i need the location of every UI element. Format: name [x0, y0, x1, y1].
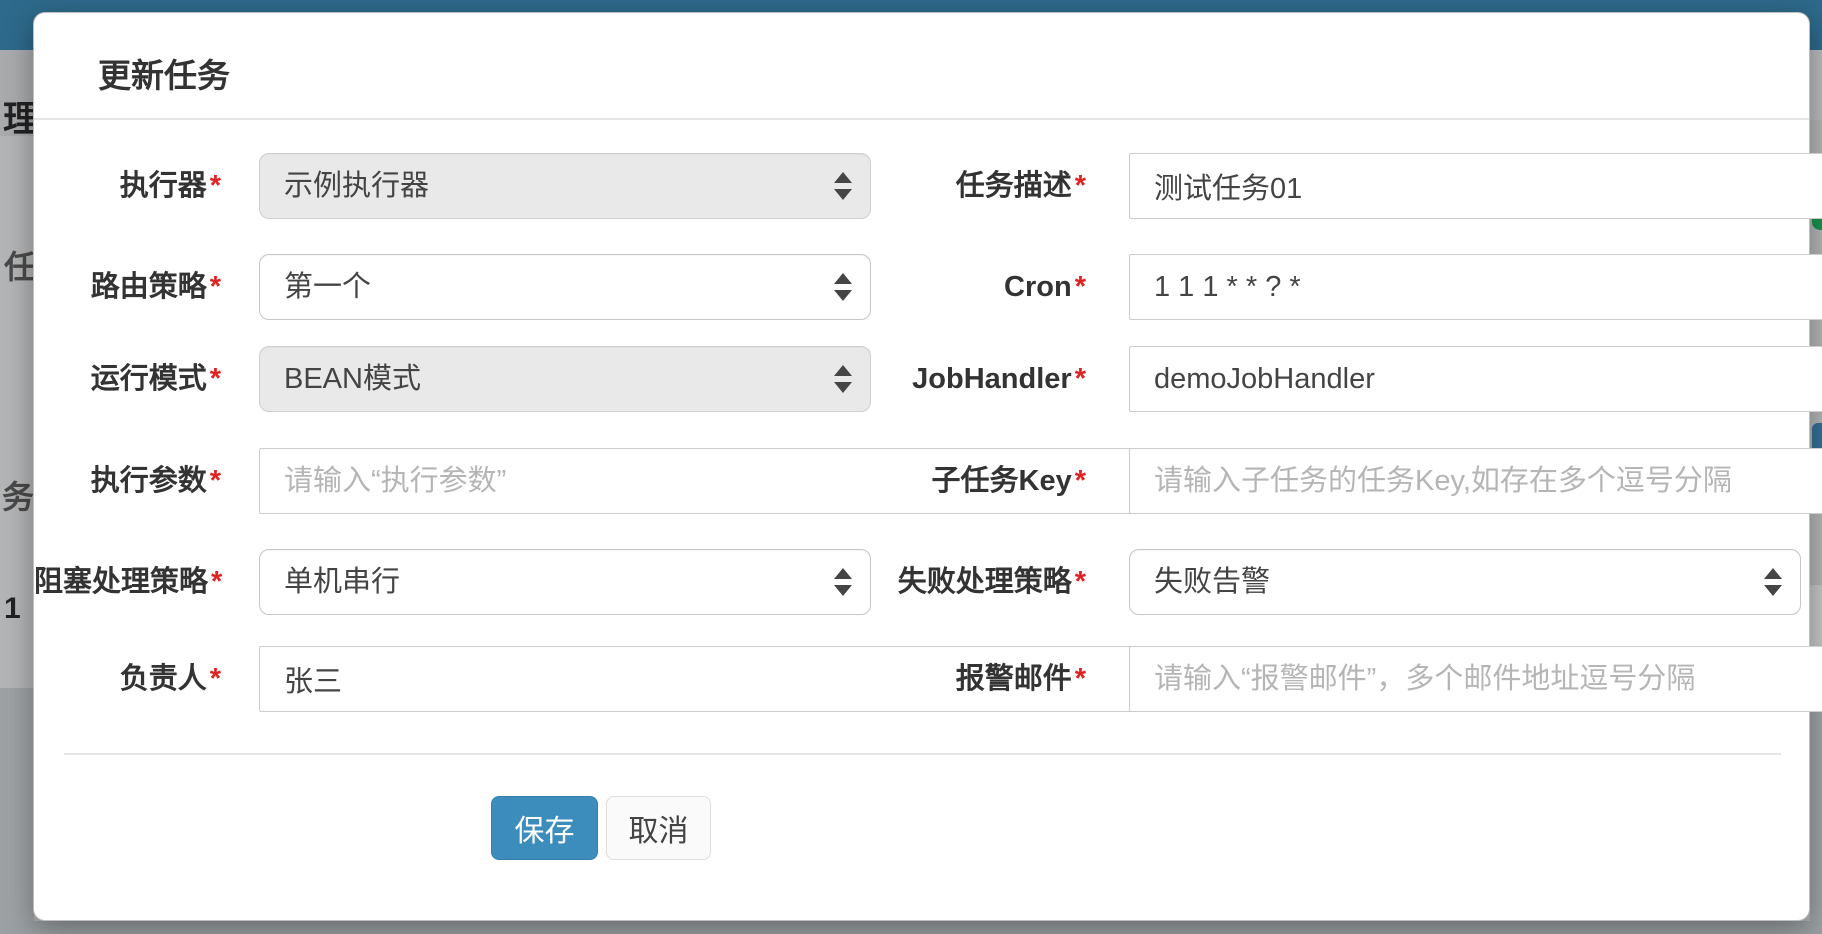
- required-asterisk: *: [210, 663, 221, 695]
- form-row-5: 阻塞处理策略* 单机串行 失败处理策略* 失败告警: [34, 549, 1809, 615]
- jobhandler-input[interactable]: [1129, 346, 1822, 412]
- executor-select-value: 示例执行器: [284, 154, 870, 218]
- modal-footer-divider: [64, 753, 1781, 755]
- required-asterisk: *: [210, 170, 221, 202]
- required-asterisk: *: [210, 465, 221, 497]
- required-asterisk: *: [1075, 663, 1086, 695]
- update-task-modal: 更新任务 执行器* 示例执行器 任务描述* 路由策略* 第一个 Cron* 运: [33, 12, 1810, 921]
- glue-type-select[interactable]: BEAN模式: [259, 346, 871, 412]
- form-row-6: 负责人* 报警邮件*: [34, 646, 1809, 712]
- required-asterisk: *: [211, 566, 222, 598]
- form-row-3: 运行模式* BEAN模式 JobHandler*: [34, 346, 1809, 412]
- jobhandler-label: JobHandler*: [784, 346, 1086, 412]
- route-strategy-label: 路由策略*: [34, 254, 221, 320]
- fail-strategy-label: 失败处理策略*: [784, 549, 1086, 615]
- required-asterisk: *: [1075, 170, 1086, 202]
- required-asterisk: *: [1075, 465, 1086, 497]
- alarm-email-input[interactable]: [1129, 646, 1822, 712]
- background-strip: [0, 921, 1822, 934]
- fail-strategy-select[interactable]: 失败告警: [1129, 549, 1801, 615]
- alarm-email-label: 报警邮件*: [784, 646, 1086, 712]
- executor-select[interactable]: 示例执行器: [259, 153, 871, 219]
- background-text-fragment: 1: [4, 592, 21, 626]
- cancel-button[interactable]: 取消: [606, 796, 711, 860]
- route-strategy-select[interactable]: 第一个: [259, 254, 871, 320]
- route-strategy-select-value: 第一个: [284, 255, 870, 319]
- form-row-2: 路由策略* 第一个 Cron*: [34, 254, 1809, 320]
- background-strip: [1810, 585, 1822, 650]
- owner-label: 负责人*: [34, 646, 221, 712]
- required-asterisk: *: [1075, 566, 1086, 598]
- exec-param-label: 执行参数*: [34, 448, 221, 514]
- select-arrows-icon: [1764, 568, 1782, 596]
- cron-input[interactable]: [1129, 254, 1822, 320]
- form-row-1: 执行器* 示例执行器 任务描述*: [34, 153, 1809, 219]
- modal-footer-buttons: 保存 取消: [491, 796, 711, 860]
- required-asterisk: *: [1075, 271, 1086, 303]
- glue-type-select-value: BEAN模式: [284, 347, 870, 411]
- background-text-fragment: 务: [2, 472, 34, 518]
- glue-type-label: 运行模式*: [34, 346, 221, 412]
- cron-label: Cron*: [784, 254, 1086, 320]
- modal-title: 更新任务: [98, 49, 230, 97]
- background-strip: [1810, 50, 1822, 120]
- block-strategy-select[interactable]: 单机串行: [259, 549, 871, 615]
- fail-strategy-select-value: 失败告警: [1154, 550, 1800, 614]
- executor-label: 执行器*: [34, 153, 221, 219]
- job-desc-label: 任务描述*: [784, 153, 1086, 219]
- background-text-fragment: 任: [4, 242, 36, 288]
- child-jobkey-label: 子任务Key*: [784, 448, 1086, 514]
- block-strategy-select-value: 单机串行: [284, 550, 870, 614]
- child-jobkey-input[interactable]: [1129, 448, 1822, 514]
- form-row-4: 执行参数* 子任务Key*: [34, 448, 1809, 514]
- background-strip: [0, 688, 34, 934]
- required-asterisk: *: [210, 363, 221, 395]
- required-asterisk: *: [1075, 363, 1086, 395]
- block-strategy-label: 阻塞处理策略*: [34, 549, 221, 615]
- job-desc-input[interactable]: [1129, 153, 1822, 219]
- required-asterisk: *: [210, 271, 221, 303]
- modal-header-divider: [34, 118, 1809, 120]
- save-button[interactable]: 保存: [491, 796, 598, 860]
